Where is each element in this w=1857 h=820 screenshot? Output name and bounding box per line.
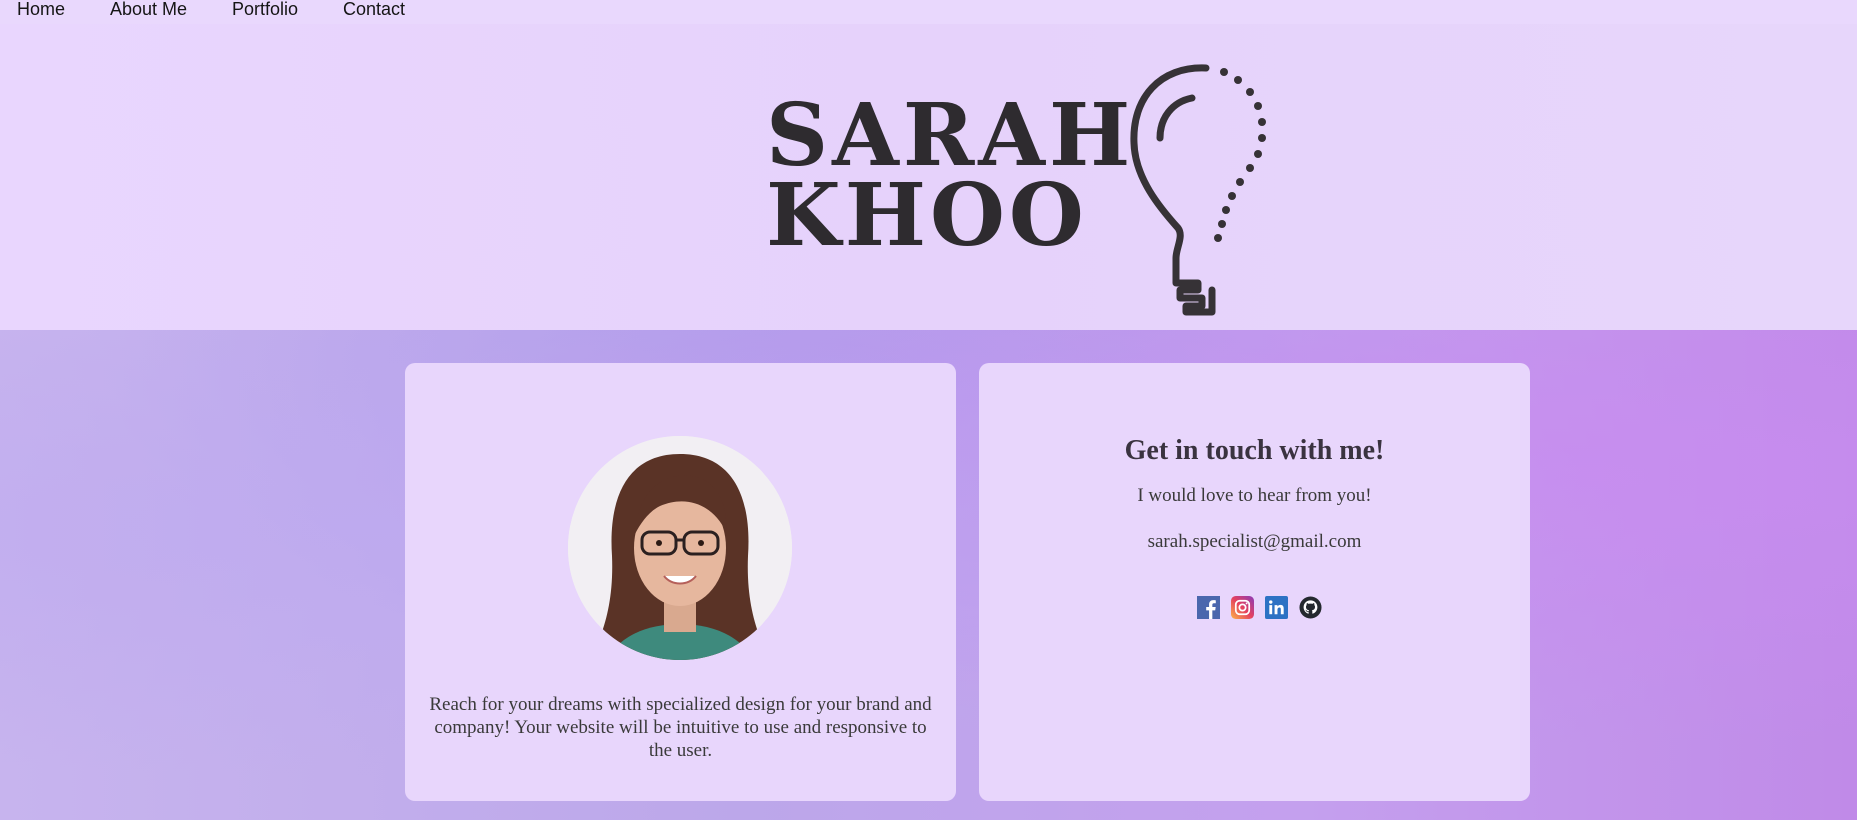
contact-heading: Get in touch with me! bbox=[1124, 435, 1385, 466]
nav-contact-link[interactable]: Contact bbox=[343, 0, 405, 20]
avatar bbox=[568, 436, 792, 660]
logo-line-last: KHOO bbox=[766, 165, 1088, 266]
social-links bbox=[1197, 596, 1322, 620]
linkedin-icon[interactable] bbox=[1265, 596, 1288, 619]
nav-portfolio-link[interactable]: Portfolio bbox=[232, 0, 298, 20]
facebook-icon[interactable] bbox=[1197, 596, 1220, 619]
nav-home-link[interactable]: Home bbox=[17, 0, 65, 20]
instagram-icon[interactable] bbox=[1231, 596, 1254, 619]
logo-text: SARAH KHOO bbox=[766, 85, 1135, 266]
logo-line-first: SARAH bbox=[766, 85, 1135, 186]
contact-email[interactable]: sarah.specialist@gmail.com bbox=[979, 531, 1530, 553]
github-icon[interactable] bbox=[1299, 596, 1322, 619]
bio-text: Reach for your dreams with specialized d… bbox=[429, 694, 932, 761]
about-card: Reach for your dreams with specialized d… bbox=[405, 363, 956, 801]
contact-subtitle: I would love to hear from you! bbox=[1137, 485, 1372, 506]
nav-about-link[interactable]: About Me bbox=[110, 0, 187, 20]
contact-card: Get in touch with me! I would love to he… bbox=[979, 363, 1530, 801]
lightbulb-head-icon bbox=[1130, 64, 1266, 316]
top-nav: Home About Me Portfolio Contact bbox=[0, 0, 1857, 24]
profile-photo bbox=[568, 436, 792, 660]
